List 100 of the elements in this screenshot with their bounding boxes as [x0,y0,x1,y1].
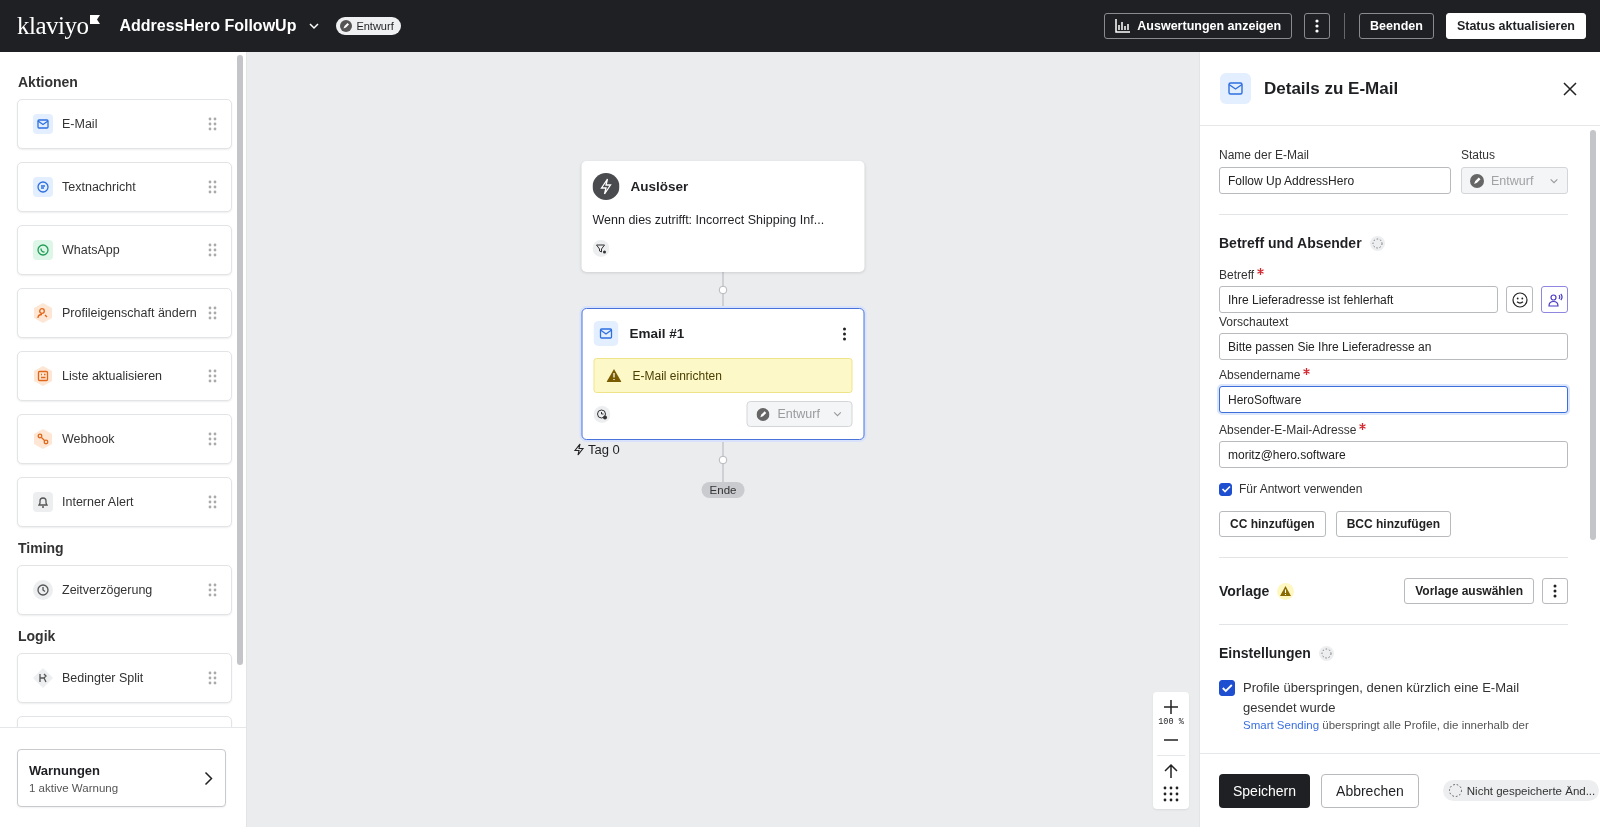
envelope-icon [33,114,53,134]
field-label: Absender-E-Mail-Adresse [1219,423,1357,437]
drag-handle-icon[interactable] [208,432,217,446]
warning-icon [606,369,622,382]
choose-template-button[interactable]: Vorlage auswählen [1404,578,1534,604]
action-card[interactable]: Textnachricht [17,162,232,212]
field-label: Status [1461,148,1497,162]
action-card[interactable]: WhatsApp [17,225,232,275]
analytics-button[interactable]: Auswertungen anzeigen [1104,13,1293,39]
checkbox-label: Profile überspringen, denen kürzlich eine E-Mail gesendet wurde [1243,679,1521,717]
action-card[interactable]: Webhook [17,414,232,464]
option-description: Smart Sending überspringt alle Profile, die innerhalb der [1243,719,1530,731]
node-title: Auslöser [630,179,690,194]
zoom-in-icon[interactable] [1163,699,1179,715]
action-label: Zeitverzögerung [62,583,154,597]
action-card[interactable]: Zeitverzögerung [17,565,232,615]
action-card[interactable]: Interner Alert [17,477,232,527]
action-label: Textnachricht [62,180,137,194]
envelope-icon [593,321,619,346]
field-label: Name der E-Mail [1219,148,1311,162]
close-icon[interactable] [1563,81,1577,96]
smart-sending-link[interactable]: Smart Sending [1243,719,1320,731]
drag-handle-icon[interactable] [208,671,217,685]
action-card[interactable]: Liste aktualisieren [17,351,232,401]
warning-banner[interactable]: E-Mail einrichten [593,358,853,393]
chevron-down-icon [832,409,843,419]
action-card[interactable]: Bedingter Split [17,653,232,703]
update-status-button[interactable]: Status aktualisieren [1445,13,1586,39]
section-title: Betreff und Absender [1219,235,1362,251]
more-icon [1553,584,1557,598]
drag-handle-icon[interactable] [208,180,217,194]
connector-dot [718,455,728,465]
trigger-node[interactable]: Auslöser Wenn dies zutrifft: Incorrect Shipping Inf... [581,161,865,272]
logo[interactable]: klaviyo [17,12,89,40]
action-label: Bedingter Split [62,671,145,685]
section-title: Vorlage [1219,583,1270,599]
filter-icon[interactable] [592,240,610,257]
drag-handle-icon[interactable] [208,583,217,597]
unsaved-changes-badge: Nicht gespeicherte Änd... [1442,780,1600,801]
checkbox-label: Für Antwort verwenden [1239,482,1363,496]
scrollbar[interactable] [237,55,243,665]
drag-handle-icon[interactable] [208,306,217,320]
warnings-title: Warnungen [29,762,100,778]
more-icon[interactable] [842,326,847,341]
warnings-count: 1 aktive Warnung [29,781,119,794]
personalize-button[interactable] [1541,286,1568,313]
warning-text: E-Mail einrichten [632,368,722,383]
person-icon [33,303,53,323]
chevron-right-icon [204,770,213,786]
envelope-icon [1220,73,1251,104]
field-label: Betreff [1219,268,1255,282]
connector-dot [718,285,728,295]
subject-field[interactable]: Ihre Lieferadresse ist fehlerhaft [1219,286,1498,313]
dashed-circle-icon [1318,645,1334,661]
action-label: Profileigenschaft ändern [62,306,198,320]
drag-handle-icon[interactable] [208,495,217,509]
section-title: Aktionen [18,74,79,90]
bar-chart-icon [1115,19,1131,33]
more-button[interactable] [1304,13,1331,39]
day-label: Tag 0 [588,442,620,457]
person-voice-icon [1546,291,1563,308]
drag-handle-icon[interactable] [208,243,217,257]
add-recipient-button[interactable]: CC hinzufügen [1219,511,1326,537]
trigger-condition: Wenn dies zutrifft: Incorrect Shipping Inf... [592,213,826,227]
text-field[interactable]: HeroSoftware [1219,386,1568,413]
email-node[interactable]: Email #1 E-Mail einrichten Entwurf [581,308,865,440]
cancel-button[interactable]: Abbrechen [1321,773,1419,808]
emoji-button[interactable] [1506,286,1533,313]
more-icon [1315,19,1320,33]
contact-list-icon [33,366,53,386]
text-field[interactable]: moritz@hero.software [1219,441,1568,468]
checkbox[interactable] [1219,482,1232,496]
dashed-circle-icon [1369,235,1385,251]
action-label: Liste aktualisieren [62,369,164,383]
clock-icon[interactable] [593,405,611,423]
warnings-button[interactable]: Warnungen 1 aktive Warnung [17,749,226,807]
action-card[interactable]: Profileigenschaft ändern [17,288,232,338]
pencil-icon [756,407,770,421]
scrollbar[interactable] [1590,130,1596,540]
arrow-up-icon[interactable] [1163,763,1179,779]
flow-name: AddressHero FollowUp [119,17,297,35]
action-card[interactable]: E-Mail [17,99,232,149]
save-button[interactable]: Speichern [1219,773,1311,808]
flag-icon [89,15,100,24]
drag-handle-icon[interactable] [208,369,217,383]
lightning-icon [573,443,585,456]
field-label: Vorschautext [1219,315,1289,329]
add-recipient-button[interactable]: BCC hinzufügen [1335,511,1451,537]
checkbox[interactable] [1219,680,1235,696]
chevron-down-icon[interactable] [308,20,321,32]
zoom-level: 100 % [1158,717,1184,727]
text-field[interactable]: Bitte passen Sie Ihre Lieferadresse an [1219,333,1568,360]
email-name-field[interactable]: Follow Up AddressHero [1219,167,1451,194]
drag-handle-icon[interactable] [208,117,217,131]
end-button[interactable]: Beenden [1359,13,1434,39]
grid-dots-icon[interactable] [1163,786,1179,802]
phone-bubble-icon [33,240,53,260]
dashed-circle-icon [1447,783,1463,798]
panel-title: Details zu E-Mail [1264,78,1400,99]
status-badge: Entwurf [336,17,401,35]
